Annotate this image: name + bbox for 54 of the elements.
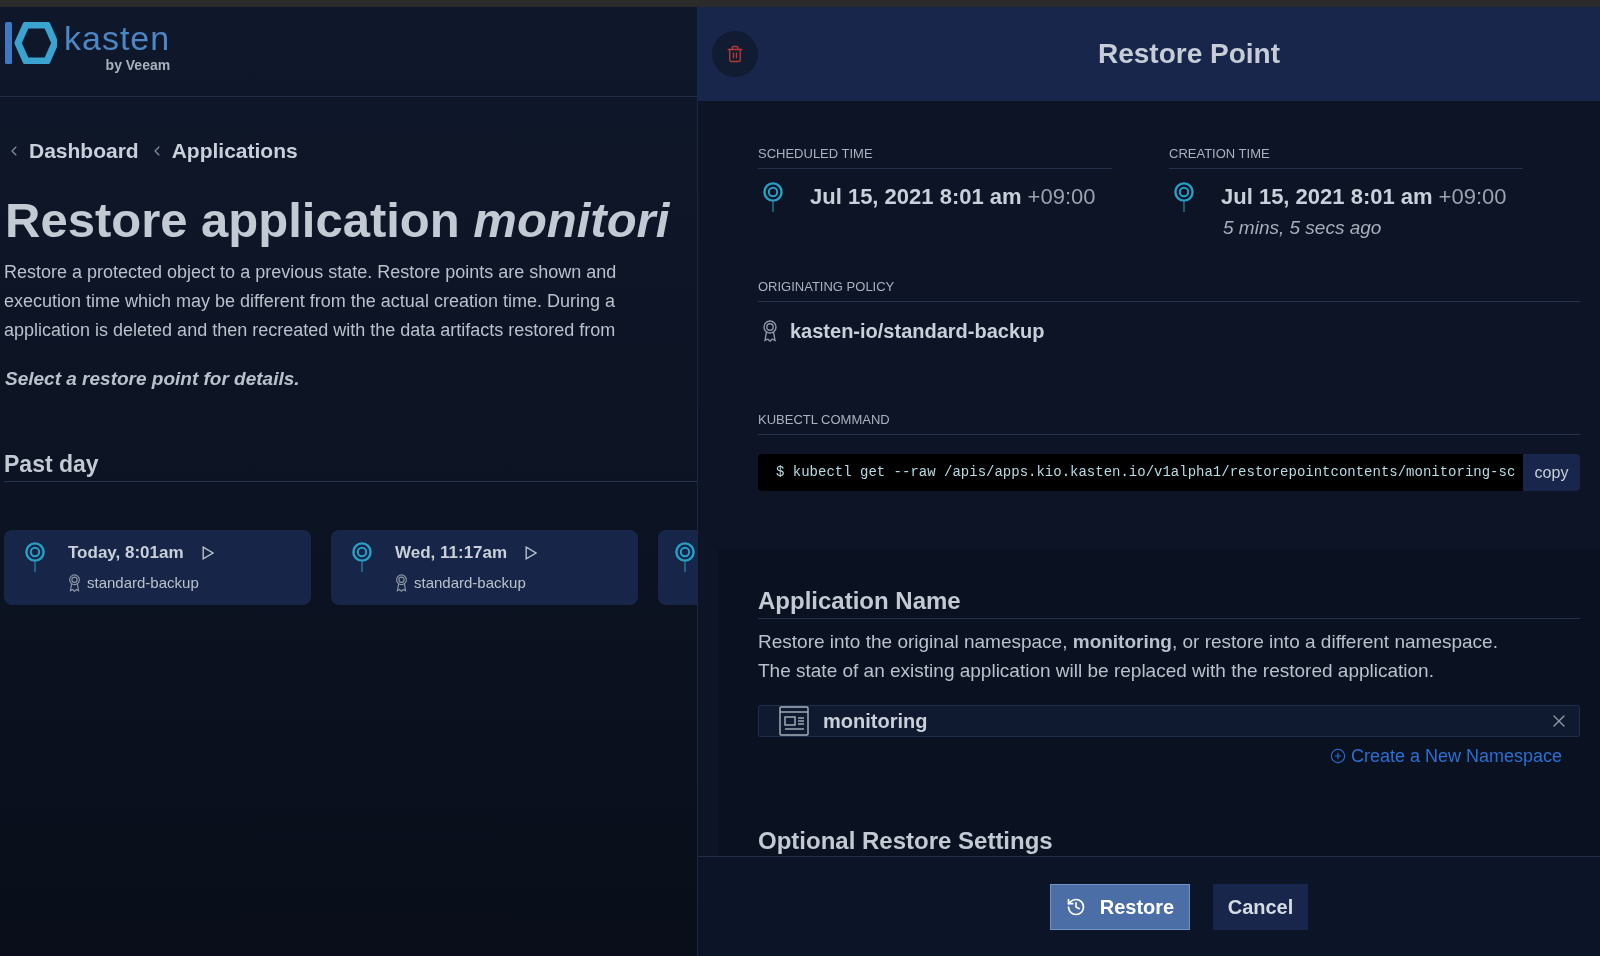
history-icon [1065,896,1086,917]
section-heading: Optional Restore Settings [758,826,1053,856]
timestamp-text: Jul 15, 2021 8:01 am [1221,183,1433,211]
restore-point-card[interactable]: Wed, 11:17am standard-backup [331,530,638,605]
restore-point-time: Today, 8:01am [68,542,184,564]
breadcrumb-link[interactable]: Applications [171,138,298,164]
copy-button[interactable]: copy [1523,454,1580,491]
panel-title: Restore Point [1098,37,1280,71]
cancel-button[interactable]: Cancel [1213,883,1308,930]
group-heading: Past day [4,450,99,478]
timezone-offset: +09:00 [1438,183,1507,211]
relative-time: 5 mins, 5 secs ago [1223,216,1382,240]
restore-point-policy: standard-backup [414,573,526,593]
namespace-icon [779,706,809,736]
logo-tagline: by Veeam [105,57,171,73]
breadcrumb-link[interactable]: Dashboard [29,138,139,164]
section-heading: Application Name [758,586,961,616]
field-label: SCHEDULED TIME [758,146,873,161]
timestamp-text: Jul 15, 2021 8:01 am [810,183,1022,211]
restore-point-time: Wed, 11:17am [395,542,508,564]
restore-point-policy: standard-backup [87,573,199,593]
section-description: Restore into the original namespace, monitoring, or restore into a different namespace. The state of an existing application will be replaced with the restored application. [758,630,1499,683]
pin-icon [674,542,696,572]
description-line: execution time which may be different from the actual creation time. During a [4,290,616,313]
play-icon[interactable] [525,546,538,560]
hint-text: Select a restore point for details. [4,367,301,391]
field-label: KUBECTL COMMAND [758,412,890,427]
restore-point-card[interactable]: Today, 8:01am standard-backup [4,530,311,605]
page-title: Restore application monitori [4,192,671,248]
restore-button[interactable]: Restore [1050,883,1190,930]
pin-icon [24,542,46,572]
award-icon [395,574,408,592]
award-icon [762,320,778,342]
kubectl-command: $ kubectl get --raw /apis/apps.kio.kasten.io/v1alpha1/restorepointcontents/monitoring-sc [775,463,1517,482]
restore-point-card[interactable] [658,530,697,605]
description-line: Restore a protected object to a previous state. Restore points are shown and [4,261,618,284]
logo-icon [5,22,57,64]
timezone-offset: +09:00 [1027,183,1096,211]
field-label: ORIGINATING POLICY [758,279,895,294]
namespace-select[interactable]: monitoring [758,705,1580,737]
create-namespace-link[interactable]: Create a New Namespace [1329,745,1562,767]
play-icon[interactable] [201,546,214,560]
pin-icon [351,542,373,572]
plus-circle-icon [1329,748,1346,764]
logo-wordmark: kasten [64,19,171,57]
pin-icon [762,182,784,212]
policy-name: kasten-io/standard-backup [790,319,1045,344]
field-label: CREATION TIME [1169,146,1270,161]
namespace-value: monitoring [823,709,929,734]
delete-button[interactable] [712,31,758,77]
award-icon [68,574,81,592]
pin-icon [1173,182,1195,212]
trash-icon [726,45,744,63]
description-line: application is deleted and then recreated with the data artifacts restored from [4,319,617,342]
